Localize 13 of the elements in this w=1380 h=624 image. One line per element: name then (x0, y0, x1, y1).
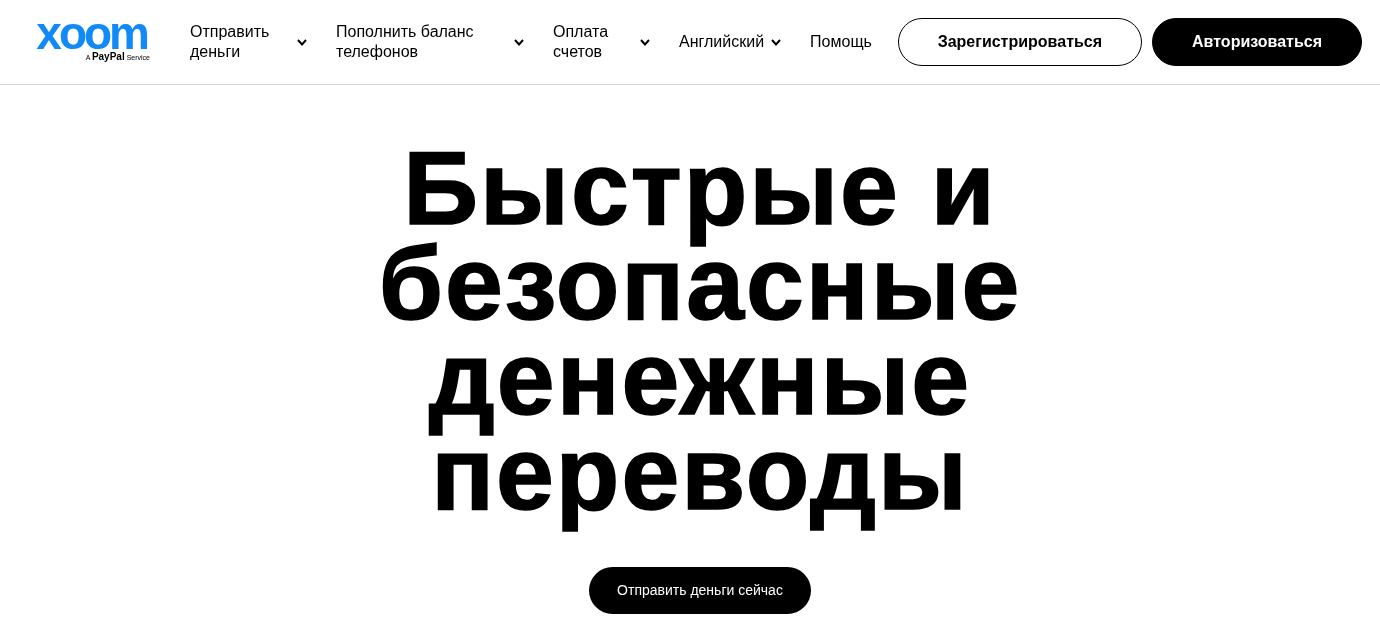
nav-dropdown[interactable]: Пополнить баланс телефонов (336, 22, 524, 62)
chevron-down-icon (297, 38, 307, 46)
nav-dropdown[interactable]: Отправить деньги (190, 22, 307, 62)
chevron-down-icon (514, 38, 524, 46)
nav-dropdown[interactable]: Оплата счетов (553, 22, 650, 62)
nav-link[interactable]: Помощь (810, 32, 872, 52)
hero-heading: Быстрые и безопасные денежные переводы (377, 129, 1023, 533)
chevron-down-icon (640, 38, 650, 46)
send-money-button[interactable]: Отправить деньги сейчас (589, 567, 811, 614)
chevron-down-icon (771, 38, 782, 46)
register-button[interactable]: Зарегистрироваться (897, 18, 1143, 66)
nav-dropdown[interactable]: Английский (679, 32, 782, 52)
login-button[interactable]: Авторизоваться (1152, 18, 1362, 66)
